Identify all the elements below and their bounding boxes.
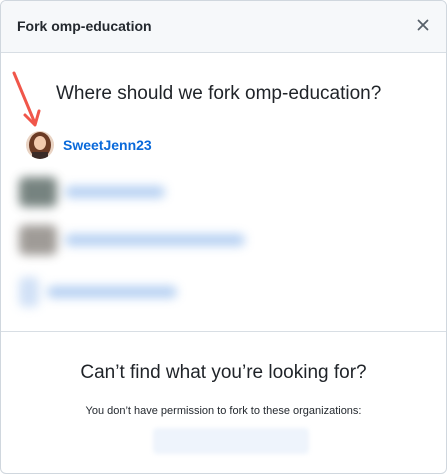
annotation-arrow-icon	[12, 71, 41, 127]
blurred-restricted-org	[153, 428, 309, 454]
dialog-header: Fork omp-education	[1, 1, 446, 53]
cant-find-heading: Can’t find what you’re looking for?	[80, 362, 367, 383]
no-permission-section: Can’t find what you’re looking for? You …	[1, 332, 446, 473]
fork-question: Where should we fork omp-education?	[56, 83, 382, 104]
blurred-org-item	[19, 225, 245, 255]
blurred-org-item	[19, 277, 177, 307]
close-button[interactable]	[412, 14, 434, 36]
fork-target-section: Where should we fork omp-education? Swee…	[1, 53, 446, 332]
username-link[interactable]: SweetJenn23	[63, 137, 152, 153]
permission-text: You don’t have permission to fork to the…	[85, 405, 362, 417]
dialog-title: Fork omp-education	[17, 18, 152, 34]
close-icon	[417, 19, 429, 31]
fork-dialog: Fork omp-education Where should we fork …	[0, 0, 447, 474]
blurred-org-item	[19, 177, 165, 207]
avatar	[26, 131, 54, 159]
fork-target-user[interactable]: SweetJenn23	[26, 131, 152, 159]
